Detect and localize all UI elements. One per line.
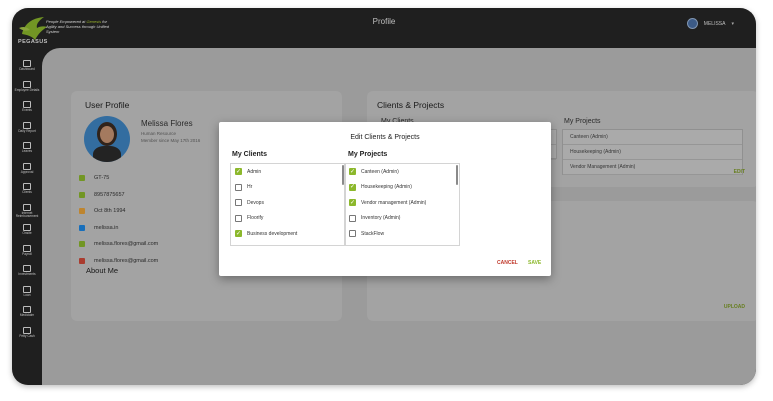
edit-clients-projects-dialog: Edit Clients & Projects My Clients My Pr… bbox=[219, 122, 551, 276]
checkbox-unchecked-icon[interactable] bbox=[235, 183, 242, 191]
checkbox-row[interactable]: Bidding & proposals (Business bbox=[345, 242, 459, 246]
checkbox-label: Canteen (Admin) bbox=[361, 168, 399, 175]
checkbox-label: Admin bbox=[247, 168, 262, 175]
checkbox-label: Floorify bbox=[247, 215, 264, 222]
dialog-title: Edit Clients & Projects bbox=[350, 134, 420, 141]
checkbox-label: Business development bbox=[247, 230, 298, 237]
checkbox-unchecked-icon[interactable] bbox=[349, 214, 356, 222]
checkbox-unchecked-icon[interactable] bbox=[235, 199, 242, 207]
dialog-projects-heading: My Projects bbox=[348, 151, 388, 158]
checkbox-label: Hr bbox=[247, 184, 253, 191]
checkbox-row[interactable]: StackFlow bbox=[345, 226, 459, 242]
checkbox-row[interactable]: ✓ Vendor management (Admin) bbox=[345, 195, 459, 211]
dialog-clients-heading: My Clients bbox=[232, 151, 268, 158]
checkbox-checked-icon[interactable]: ✓ bbox=[349, 168, 356, 176]
checkbox-row[interactable]: Hr bbox=[231, 180, 345, 196]
dialog-projects-list[interactable]: ✓ Canteen (Admin) ✓ Housekeeping (Admin) ✓ Ve… bbox=[344, 163, 460, 246]
checkbox-checked-icon[interactable]: ✓ bbox=[235, 168, 242, 176]
checkbox-label: StackFlow bbox=[361, 230, 385, 237]
checkbox-row[interactable]: Devops bbox=[231, 195, 345, 211]
checkbox-row[interactable]: Inventory (Admin) bbox=[345, 211, 459, 227]
app-frame: PEGASUS People Empowered at Genesis for … bbox=[12, 8, 756, 385]
checkbox-row[interactable]: ✓ Canteen (Admin) bbox=[345, 164, 459, 180]
checkbox-row[interactable]: ✓ Housekeeping (Admin) bbox=[345, 180, 459, 196]
save-button[interactable]: SAVE bbox=[528, 260, 541, 266]
checkbox-unchecked-icon[interactable] bbox=[235, 214, 242, 222]
checkbox-row[interactable]: Floorify bbox=[231, 211, 345, 227]
checkbox-label: Inventory (Admin) bbox=[361, 215, 401, 222]
checkbox-label: Housekeeping (Admin) bbox=[361, 184, 412, 191]
checkbox-checked-icon[interactable]: ✓ bbox=[235, 230, 242, 238]
checkbox-checked-icon[interactable]: ✓ bbox=[349, 199, 356, 207]
checkbox-checked-icon[interactable]: ✓ bbox=[349, 183, 356, 191]
checkbox-row[interactable]: ✓ Admin bbox=[231, 164, 345, 180]
cancel-button[interactable]: CANCEL bbox=[497, 260, 518, 266]
checkbox-label: Vendor management (Admin) bbox=[361, 199, 427, 206]
dialog-clients-list[interactable]: ✓ Admin Hr Devops Floorify ✓ Business developm… bbox=[230, 163, 346, 246]
checkbox-row[interactable]: ✓ Business development bbox=[231, 226, 345, 242]
checkbox-label: Devops bbox=[247, 199, 264, 206]
checkbox-unchecked-icon[interactable] bbox=[349, 230, 356, 238]
projects-scrollbar[interactable] bbox=[456, 165, 458, 185]
